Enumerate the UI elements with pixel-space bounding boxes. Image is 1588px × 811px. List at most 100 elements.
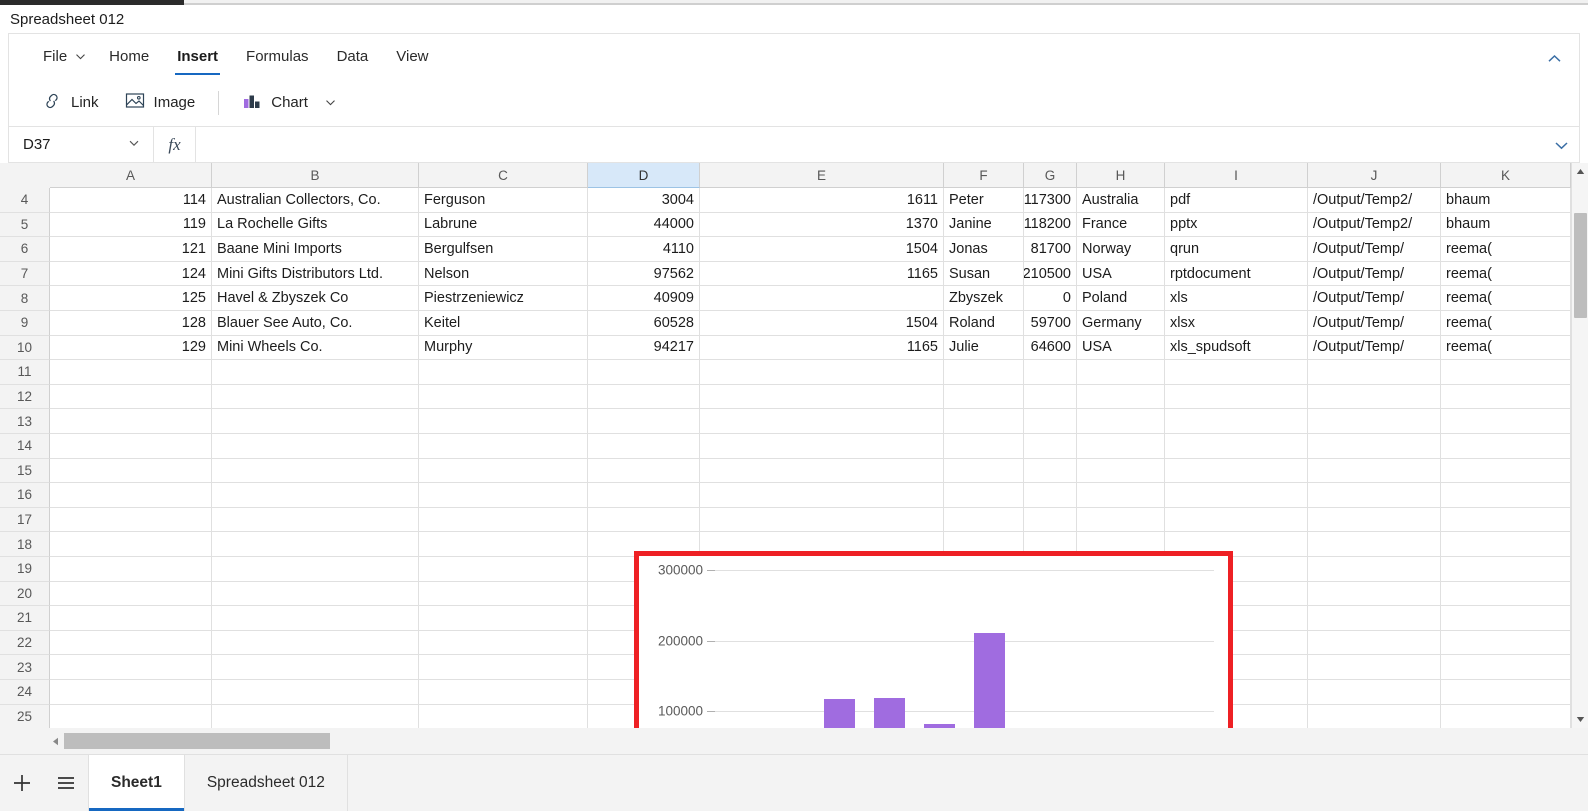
grid-cell-I4[interactable]: pdf xyxy=(1165,188,1308,213)
grid-cell-C14[interactable] xyxy=(419,434,588,459)
grid-cell-I14[interactable] xyxy=(1165,434,1308,459)
grid-cell-C7[interactable]: Nelson xyxy=(419,261,588,287)
ribbon-tab-file[interactable]: File xyxy=(29,34,95,79)
grid-cell-J14[interactable] xyxy=(1308,434,1441,459)
grid-cell-B6[interactable]: Baane Mini Imports xyxy=(212,237,419,262)
row-header-12[interactable]: 12 xyxy=(0,384,50,410)
grid-cell-B13[interactable] xyxy=(212,409,419,434)
grid-cell-H17[interactable] xyxy=(1077,507,1165,533)
grid-cell-B5[interactable]: La Rochelle Gifts xyxy=(212,212,419,238)
grid-cell-G17[interactable] xyxy=(1024,507,1077,533)
ribbon-tab-formulas[interactable]: Formulas xyxy=(232,34,323,79)
grid-cell-C6[interactable]: Bergulfsen xyxy=(419,237,588,262)
grid-cell-A11[interactable] xyxy=(50,360,212,385)
row-header-10[interactable]: 10 xyxy=(0,335,50,361)
grid-cell-B16[interactable] xyxy=(212,483,419,508)
grid-cell-G4[interactable]: 117300 xyxy=(1024,188,1077,213)
grid-cell-A21[interactable] xyxy=(50,606,212,631)
grid-cell-B18[interactable] xyxy=(212,532,419,557)
column-header-C[interactable]: C xyxy=(419,163,588,188)
grid-cell-J7[interactable]: /Output/Temp/ xyxy=(1308,261,1441,287)
grid-cell-A6[interactable]: 121 xyxy=(50,237,212,262)
grid-cell-A13[interactable] xyxy=(50,409,212,434)
grid-cell-H11[interactable] xyxy=(1077,360,1165,385)
row-header-18[interactable]: 18 xyxy=(0,532,50,557)
row-header-5[interactable]: 5 xyxy=(0,212,50,238)
grid-cell-C15[interactable] xyxy=(419,458,588,484)
row-header-23[interactable]: 23 xyxy=(0,655,50,680)
grid-cell-E4[interactable]: 1611 xyxy=(700,188,944,213)
grid-cell-A12[interactable] xyxy=(50,384,212,410)
grid-cell-C21[interactable] xyxy=(419,606,588,631)
row-header-25[interactable]: 25 xyxy=(0,704,50,728)
grid-cell-H9[interactable]: Germany xyxy=(1077,311,1165,336)
grid-cell-K24[interactable] xyxy=(1441,680,1571,705)
row-header-20[interactable]: 20 xyxy=(0,581,50,607)
column-header-E[interactable]: E xyxy=(700,163,944,188)
grid-cell-K13[interactable] xyxy=(1441,409,1571,434)
grid-cell-C22[interactable] xyxy=(419,630,588,656)
grid-cell-B20[interactable] xyxy=(212,581,419,607)
grid-cell-I5[interactable]: pptx xyxy=(1165,212,1308,238)
grid-cell-H10[interactable]: USA xyxy=(1077,335,1165,361)
grid-cell-F11[interactable] xyxy=(944,360,1024,385)
vertical-scroll-thumb[interactable] xyxy=(1574,213,1587,318)
grid-cell-A19[interactable] xyxy=(50,557,212,582)
grid-cell-K19[interactable] xyxy=(1441,557,1571,582)
grid-cell-K17[interactable] xyxy=(1441,507,1571,533)
grid-cell-G6[interactable]: 81700 xyxy=(1024,237,1077,262)
sheet-tab-spreadsheet-012[interactable]: Spreadsheet 012 xyxy=(184,755,348,811)
grid-cell-K18[interactable] xyxy=(1441,532,1571,557)
grid-cell-B15[interactable] xyxy=(212,458,419,484)
grid-cell-D5[interactable]: 44000 xyxy=(588,212,700,238)
row-header-7[interactable]: 7 xyxy=(0,261,50,287)
row-header-24[interactable]: 24 xyxy=(0,680,50,705)
grid-cell-C10[interactable]: Murphy xyxy=(419,335,588,361)
grid-cell-H8[interactable]: Poland xyxy=(1077,286,1165,311)
grid-cell-C25[interactable] xyxy=(419,704,588,728)
grid-cell-F10[interactable]: Julie xyxy=(944,335,1024,361)
row-header-9[interactable]: 9 xyxy=(0,311,50,336)
grid-cell-B17[interactable] xyxy=(212,507,419,533)
grid-cell-F6[interactable]: Jonas xyxy=(944,237,1024,262)
scroll-left-button[interactable] xyxy=(46,732,64,750)
grid-cell-F12[interactable] xyxy=(944,384,1024,410)
name-box[interactable]: D37 xyxy=(9,127,154,162)
grid-cell-A16[interactable] xyxy=(50,483,212,508)
grid-cell-J22[interactable] xyxy=(1308,630,1441,656)
grid-cell-K22[interactable] xyxy=(1441,630,1571,656)
column-header-K[interactable]: K xyxy=(1441,163,1571,188)
grid-cell-A9[interactable]: 128 xyxy=(50,311,212,336)
column-header-I[interactable]: I xyxy=(1165,163,1308,188)
row-header-21[interactable]: 21 xyxy=(0,606,50,631)
column-header-D[interactable]: D xyxy=(588,163,700,188)
grid-cell-D9[interactable]: 60528 xyxy=(588,311,700,336)
formula-input[interactable] xyxy=(196,127,1543,162)
grid-cell-J8[interactable]: /Output/Temp/ xyxy=(1308,286,1441,311)
grid-cell-I9[interactable]: xlsx xyxy=(1165,311,1308,336)
grid-cell-C5[interactable]: Labrune xyxy=(419,212,588,238)
grid-cell-F9[interactable]: Roland xyxy=(944,311,1024,336)
row-header-17[interactable]: 17 xyxy=(0,507,50,533)
grid-cell-G10[interactable]: 64600 xyxy=(1024,335,1077,361)
row-header-4[interactable]: 4 xyxy=(0,188,50,213)
grid-cell-A5[interactable]: 119 xyxy=(50,212,212,238)
grid-cell-I15[interactable] xyxy=(1165,458,1308,484)
grid-cell-B14[interactable] xyxy=(212,434,419,459)
grid-cell-A24[interactable] xyxy=(50,680,212,705)
row-header-8[interactable]: 8 xyxy=(0,286,50,311)
grid-cell-E6[interactable]: 1504 xyxy=(700,237,944,262)
column-header-B[interactable]: B xyxy=(212,163,419,188)
grid-cell-D16[interactable] xyxy=(588,483,700,508)
grid-cell-H7[interactable]: USA xyxy=(1077,261,1165,287)
grid-cell-B25[interactable] xyxy=(212,704,419,728)
row-header-16[interactable]: 16 xyxy=(0,483,50,508)
grid-cell-H13[interactable] xyxy=(1077,409,1165,434)
grid-cell-C18[interactable] xyxy=(419,532,588,557)
grid-cell-E5[interactable]: 1370 xyxy=(700,212,944,238)
grid-cell-A8[interactable]: 125 xyxy=(50,286,212,311)
grid-cell-A20[interactable] xyxy=(50,581,212,607)
grid-cell-D14[interactable] xyxy=(588,434,700,459)
grid-cell-B7[interactable]: Mini Gifts Distributors Ltd. xyxy=(212,261,419,287)
chart-bar[interactable] xyxy=(874,698,906,728)
